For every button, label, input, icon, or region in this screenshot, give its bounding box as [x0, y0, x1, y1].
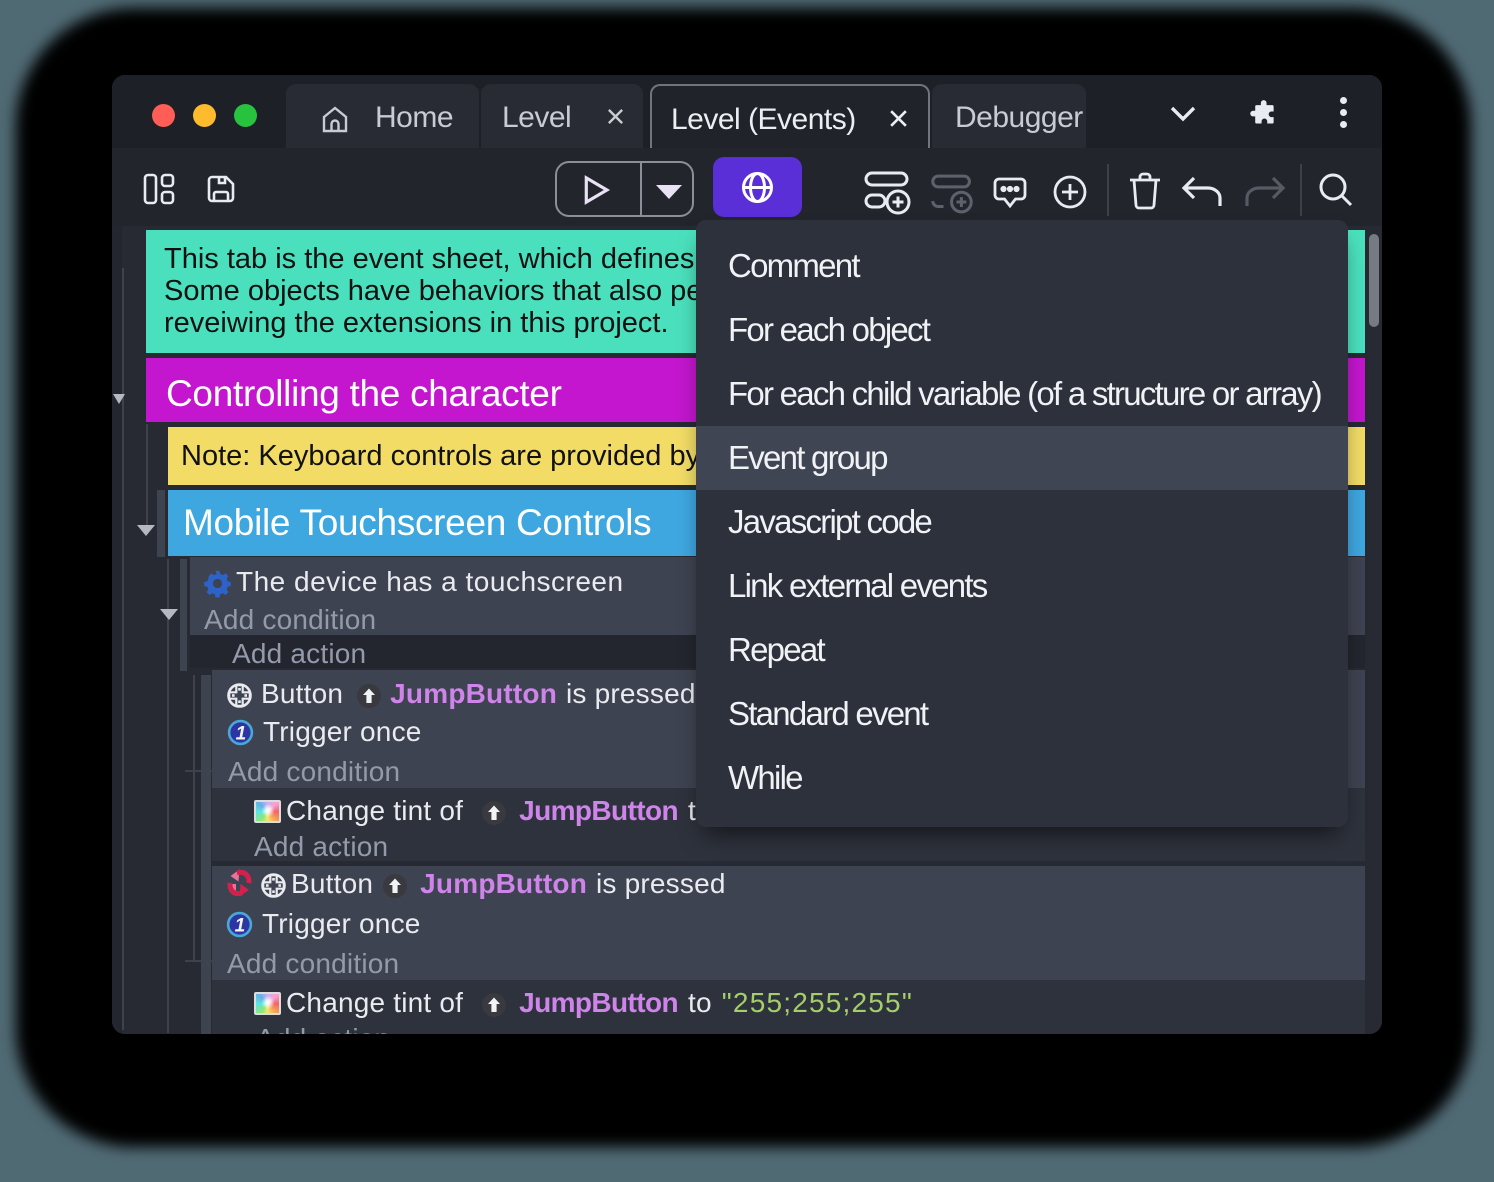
svg-text:1: 1 [236, 724, 247, 745]
svg-text:1: 1 [235, 916, 246, 937]
